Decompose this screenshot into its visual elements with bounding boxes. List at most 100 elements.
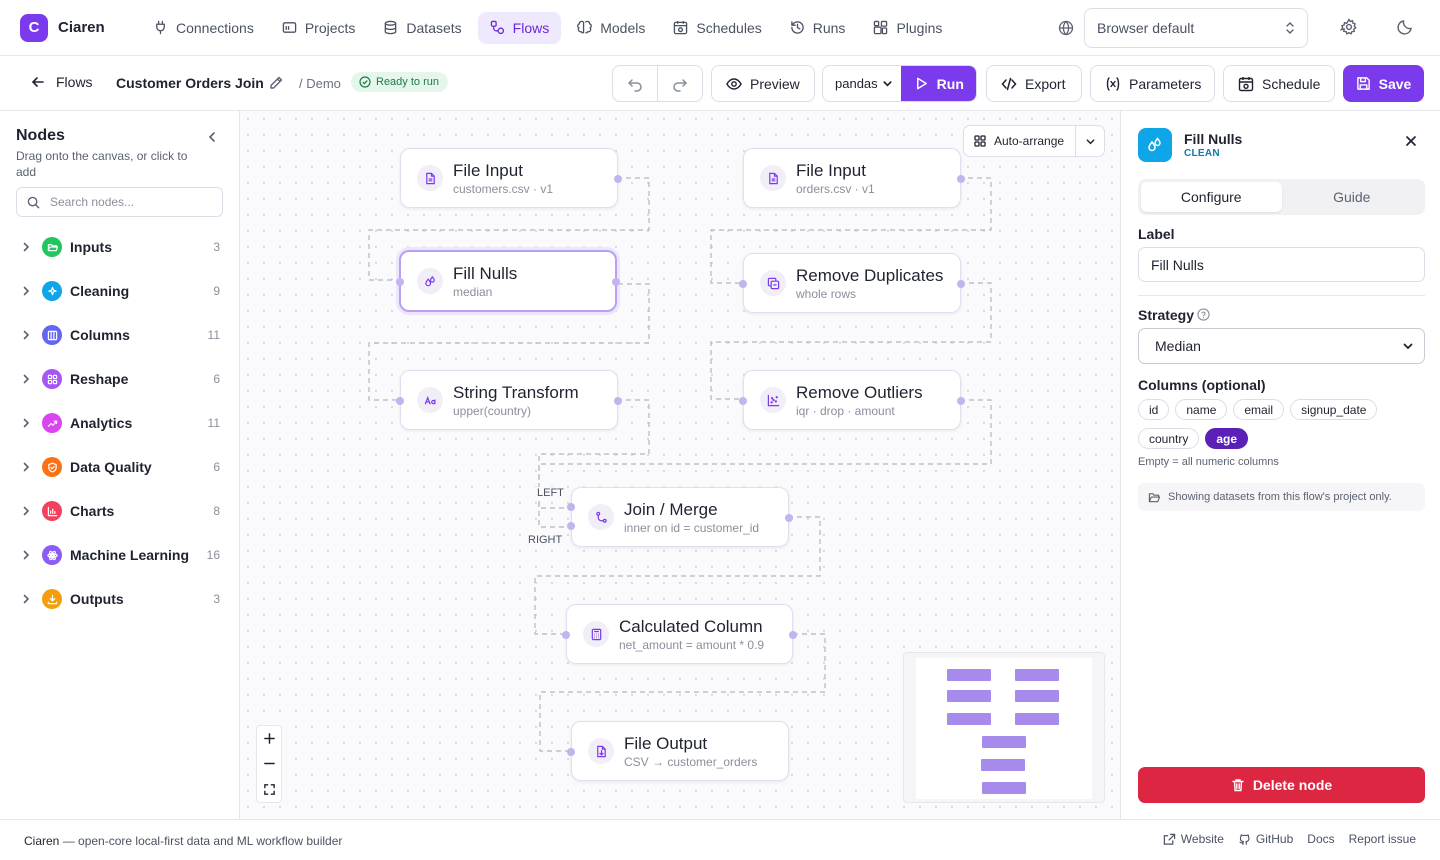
language-select[interactable]: Browser default	[1084, 8, 1308, 48]
back-to-flows-link[interactable]: Flows	[30, 74, 93, 90]
output-port[interactable]	[957, 175, 965, 183]
output-port[interactable]	[785, 514, 793, 522]
node-string-transform[interactable]: String Transform upper(country)	[396, 370, 622, 430]
output-port[interactable]	[614, 175, 622, 183]
input-port[interactable]	[567, 748, 575, 756]
input-port[interactable]	[396, 397, 404, 405]
undo-icon	[627, 78, 642, 92]
run-label: Run	[936, 75, 964, 92]
node-calculated-column[interactable]: Calculated Column net_amount = amount * …	[562, 604, 797, 664]
fit-view-icon	[263, 783, 275, 795]
input-port[interactable]	[739, 280, 747, 288]
auto-arrange-dropdown[interactable]	[1076, 136, 1104, 147]
input-port[interactable]	[739, 397, 747, 405]
column-chip-email[interactable]: email	[1233, 399, 1285, 420]
node-join-merge[interactable]: Join / Merge inner on id = customer_id	[567, 487, 793, 547]
auto-arrange-button[interactable]: Auto-arrange	[964, 126, 1075, 156]
nav-label: Schedules	[696, 19, 762, 36]
plug-icon	[156, 20, 165, 35]
category-columns[interactable]: Columns 11	[16, 313, 226, 357]
category-outputs[interactable]: Outputs 3	[16, 577, 226, 621]
output-port[interactable]	[957, 397, 965, 405]
run-button[interactable]: Run	[900, 66, 976, 101]
column-chip-name[interactable]: name	[1175, 399, 1228, 420]
category-label: Columns	[70, 327, 130, 343]
footer-brand: Ciaren	[24, 834, 60, 848]
zoom-out-button[interactable]	[257, 751, 281, 776]
delete-node-button[interactable]: Delete node	[1138, 767, 1425, 803]
category-label: Reshape	[70, 371, 129, 387]
auto-arrange-label: Auto-arrange	[994, 134, 1065, 148]
engine-select[interactable]: pandas	[823, 66, 901, 101]
nav-models[interactable]: Models	[565, 12, 657, 44]
column-chip-signup-date[interactable]: signup_date	[1290, 399, 1378, 420]
node-file-output[interactable]: File Output CSV → customer_orders	[567, 721, 789, 781]
engine-run-group: pandas Run	[822, 65, 977, 102]
category-inputs[interactable]: Inputs 3	[16, 225, 226, 269]
gear-icon[interactable]	[1340, 18, 1358, 36]
output-port[interactable]	[614, 397, 622, 405]
output-port[interactable]	[612, 278, 620, 286]
docs-link[interactable]: Docs	[1307, 832, 1334, 846]
column-chip-country[interactable]: country	[1138, 428, 1200, 449]
strategy-select[interactable]: Median	[1138, 328, 1425, 364]
nav-flows[interactable]: Flows	[477, 11, 562, 44]
column-chip-age[interactable]: age	[1205, 428, 1249, 449]
category-reshape[interactable]: Reshape 6	[16, 357, 226, 401]
schedule-button[interactable]: Schedule	[1223, 65, 1335, 102]
pencil-icon[interactable]	[268, 75, 284, 91]
folder-open-icon	[1148, 492, 1161, 502]
moon-icon[interactable]	[1396, 18, 1414, 36]
help-circle-icon[interactable]	[1197, 308, 1210, 321]
undo-button[interactable]	[613, 66, 657, 101]
column-chip-id[interactable]: id	[1138, 399, 1170, 420]
node-fill-nulls[interactable]: Fill Nulls median	[396, 250, 620, 312]
category-analytics[interactable]: Analytics 11	[16, 401, 226, 445]
tab-configure[interactable]: Configure	[1141, 182, 1282, 212]
node-file-input-orders[interactable]: File Input orders.csv · v1	[743, 148, 965, 208]
flow-canvas[interactable]: Auto-arrange File Input customers.csv · …	[240, 111, 1120, 819]
category-count: 9	[213, 284, 220, 298]
nav-connections[interactable]: Connections	[141, 12, 266, 44]
input-port[interactable]	[562, 631, 570, 639]
parameters-button[interactable]: Parameters	[1090, 65, 1215, 102]
left-input-port[interactable]	[567, 503, 575, 511]
redo-button[interactable]	[658, 66, 702, 101]
search-input[interactable]	[50, 195, 200, 209]
zoom-in-button[interactable]	[257, 726, 281, 751]
tab-guide[interactable]: Guide	[1282, 182, 1423, 212]
category-machine-learning[interactable]: Machine Learning 16	[16, 533, 226, 577]
category-charts[interactable]: Charts 8	[16, 489, 226, 533]
minimap[interactable]	[903, 652, 1105, 803]
output-port[interactable]	[957, 280, 965, 288]
project-breadcrumb[interactable]: / Demo	[299, 76, 341, 91]
node-remove-duplicates[interactable]: Remove Duplicates whole rows	[739, 253, 965, 313]
nav-plugins[interactable]: Plugins	[861, 12, 954, 44]
report-issue-link[interactable]: Report issue	[1349, 832, 1416, 846]
join-right-label: RIGHT	[526, 534, 565, 546]
nav-runs[interactable]: Runs	[778, 12, 858, 44]
node-file-input-customers[interactable]: File Input customers.csv · v1	[400, 148, 622, 208]
github-link[interactable]: GitHub	[1238, 832, 1293, 846]
chevron-left-icon[interactable]	[205, 130, 219, 144]
export-button[interactable]: Export	[986, 65, 1082, 102]
nav-schedules[interactable]: Schedules	[661, 12, 773, 44]
nav-datasets[interactable]: Datasets	[371, 12, 473, 44]
node-remove-outliers[interactable]: Remove Outliers iqr · drop · amount	[739, 370, 965, 430]
fit-view-button[interactable]	[257, 777, 281, 802]
website-link[interactable]: Website	[1163, 832, 1224, 846]
save-button[interactable]: Save	[1343, 65, 1424, 102]
brand[interactable]: C Ciaren	[20, 13, 125, 42]
right-input-port[interactable]	[567, 522, 575, 530]
nav-projects[interactable]: Projects	[270, 12, 368, 44]
category-data-quality[interactable]: Data Quality 6	[16, 445, 226, 489]
output-port[interactable]	[789, 631, 797, 639]
plus-icon	[263, 733, 275, 745]
close-icon[interactable]	[1404, 134, 1418, 148]
panel-node-category: CLEAN	[1184, 148, 1220, 159]
preview-button[interactable]: Preview	[711, 65, 815, 102]
input-port[interactable]	[396, 278, 404, 286]
column-chips: id name email signup_datecountry age	[1138, 399, 1425, 449]
label-input[interactable]	[1138, 247, 1425, 282]
category-cleaning[interactable]: Cleaning 9	[16, 269, 226, 313]
